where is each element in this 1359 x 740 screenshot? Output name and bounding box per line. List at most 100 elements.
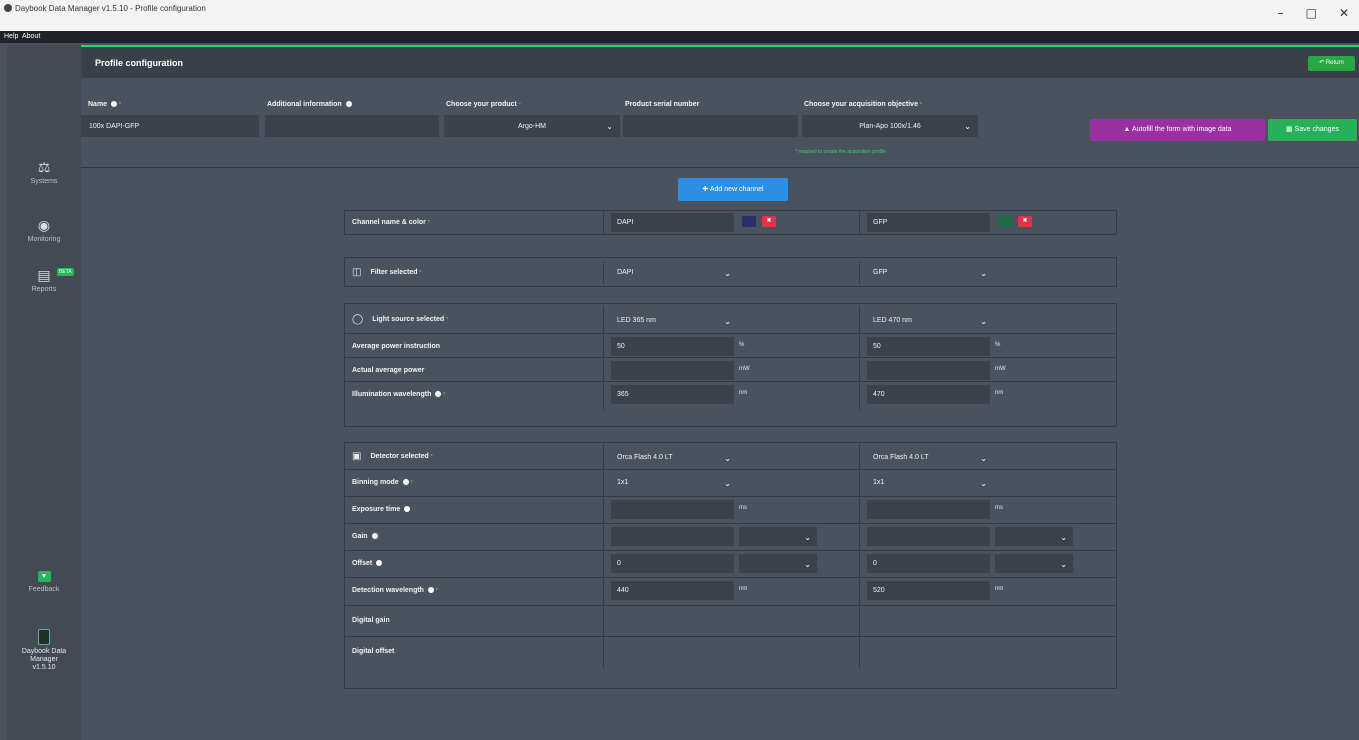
channel-1-light-select[interactable]: LED 365 nm ⌄: [611, 311, 737, 330]
digital-offset-row: Digital offset: [345, 638, 1116, 668]
channel-2-filter-select[interactable]: GFP ⌄: [867, 263, 993, 282]
camera-icon: ▣: [352, 451, 362, 462]
channel-2-illum-wl-input[interactable]: 470: [867, 385, 990, 404]
help-icon: [376, 560, 383, 566]
channel-2-gain-select[interactable]: ⌄: [995, 527, 1073, 546]
detection-wavelength-label: Detection wavelength *: [352, 587, 438, 594]
channel-1-offset-input[interactable]: 0: [611, 554, 734, 573]
binning-row: Binning mode * 1x1 ⌄ 1x1 ⌄: [345, 471, 1116, 497]
channel-2-delete-button[interactable]: ✖: [1018, 216, 1032, 227]
channel-name-section: Channel name & color * DAPI ✖ GFP ✖: [344, 210, 1117, 235]
unit-label: nm: [739, 390, 748, 396]
page-header: Profile configuration ↶ Return: [81, 45, 1359, 78]
autofill-button[interactable]: ▲ Autofill the form with image data: [1090, 119, 1265, 141]
channel-1-color-swatch[interactable]: [742, 216, 756, 227]
channel-2-detector-select[interactable]: Orca Flash 4.0 LT ⌄: [867, 448, 993, 467]
channel-2-color-swatch[interactable]: [998, 216, 1012, 227]
channel-1-light-value: LED 365 nm: [617, 317, 656, 324]
unit-label: %: [739, 342, 745, 348]
channel-2-light-value: LED 470 nm: [873, 317, 912, 324]
channel-1-filter-select[interactable]: DAPI ⌄: [611, 263, 737, 282]
unit-label: nm: [739, 586, 748, 592]
chevron-down-icon: ⌄: [804, 560, 811, 569]
save-label: Save changes: [1294, 126, 1339, 133]
channel-2-exposure-input[interactable]: [867, 500, 990, 519]
channel-2-light-select[interactable]: LED 470 nm ⌄: [867, 311, 993, 330]
app-logo-icon: [38, 629, 50, 645]
app-version-block: Daybook Data Manager v1.5.10: [7, 629, 81, 672]
channel-2-cell: mW: [859, 359, 1116, 381]
channel-1-illum-wl-input[interactable]: 365: [611, 385, 734, 404]
channel-2-gain-input[interactable]: [867, 527, 990, 546]
sidebar-item-reports[interactable]: ▤ BETA Reports: [7, 268, 81, 293]
channel-1-detection-wl-input[interactable]: 440: [611, 581, 734, 600]
gauge-icon: ◉: [37, 218, 51, 234]
help-icon: [402, 479, 409, 485]
unit-label: %: [995, 342, 1001, 348]
app-icon: [4, 4, 12, 12]
channel-2-detection-wl-input[interactable]: 520: [867, 581, 990, 600]
channel-1-delete-button[interactable]: ✖: [762, 216, 776, 227]
filter-label: ◫ Filter selected *: [352, 267, 422, 278]
sidebar-item-label: Reports: [31, 286, 57, 293]
chevron-down-icon: ⌄: [606, 122, 613, 131]
name-input[interactable]: 100x DAPI-GFP: [81, 115, 259, 137]
channel-2-name-input[interactable]: GFP: [867, 213, 990, 232]
chevron-down-icon: ⌄: [1060, 533, 1067, 542]
menu-about[interactable]: About: [22, 33, 40, 40]
product-value: Argo-HM: [517, 123, 546, 130]
channel-1-filter-value: DAPI: [617, 269, 634, 276]
return-button[interactable]: ↶ Return: [1308, 56, 1355, 71]
close-icon[interactable]: ✕: [1339, 6, 1349, 20]
channel-1-gain-input[interactable]: [611, 527, 734, 546]
gain-row: Gain ⌄ ⌄: [345, 525, 1116, 551]
objective-select[interactable]: Plan-Apo 100x/1.46 ⌄: [802, 115, 978, 137]
sidebar-item-monitoring[interactable]: ◉ Monitoring: [7, 218, 81, 243]
additional-info-input[interactable]: [265, 115, 439, 137]
channel-1-cell: ⌄: [603, 525, 859, 550]
chevron-down-icon: ⌄: [980, 454, 987, 463]
product-select[interactable]: Argo-HM ⌄: [444, 115, 620, 137]
window-titlebar: Daybook Data Manager v1.5.10 - Profile c…: [0, 0, 1359, 31]
bulb-icon: ◯: [352, 314, 364, 325]
chevron-down-icon: ⌄: [980, 317, 987, 326]
beta-badge: BETA: [57, 268, 74, 276]
channel-2-actual-power-input[interactable]: [867, 361, 990, 380]
channel-2-cell: 0 ⌄: [859, 552, 1116, 577]
sidebar-item-feedback[interactable]: ▼ Feedback: [7, 571, 81, 593]
filter-section: ◫ Filter selected * DAPI ⌄ GFP ⌄: [344, 257, 1117, 287]
channel-1-avg-power-input[interactable]: 50: [611, 337, 734, 356]
channel-2-offset-select[interactable]: ⌄: [995, 554, 1073, 573]
filter-icon: ◫: [352, 267, 362, 278]
help-icon: [371, 533, 378, 539]
digital-gain-label: Digital gain: [352, 617, 390, 624]
detection-wavelength-row: Detection wavelength * 440 nm 520 nm: [345, 579, 1116, 606]
chevron-down-icon: ⌄: [964, 122, 971, 131]
channel-1-gain-select[interactable]: ⌄: [739, 527, 817, 546]
serial-input[interactable]: [623, 115, 798, 137]
binning-label: Binning mode *: [352, 479, 413, 486]
channel-2-filter-value: GFP: [873, 269, 888, 276]
minimize-icon[interactable]: –: [1278, 6, 1284, 20]
channel-1-offset-select[interactable]: ⌄: [739, 554, 817, 573]
add-channel-button[interactable]: ✚ Add new channel: [678, 178, 788, 201]
channel-2-offset-input[interactable]: 0: [867, 554, 990, 573]
channel-2-binning-select[interactable]: 1x1 ⌄: [867, 473, 993, 492]
channel-1-binning-value: 1x1: [617, 479, 629, 486]
help-icon: [111, 101, 118, 107]
sidebar-item-systems[interactable]: ⚖ Systems: [7, 160, 81, 185]
illum-wavelength-row: Illumination wavelength * 365 nm 470 nm: [345, 383, 1116, 410]
channel-1-actual-power-input[interactable]: [611, 361, 734, 380]
channel-2-avg-power-input[interactable]: 50: [867, 337, 990, 356]
page-title: Profile configuration: [95, 58, 184, 68]
channel-1-cell: 50%: [603, 335, 859, 357]
channel-1-exposure-input[interactable]: [611, 500, 734, 519]
channel-1-binning-select[interactable]: 1x1 ⌄: [611, 473, 737, 492]
channel-1-detector-select[interactable]: Orca Flash 4.0 LT ⌄: [611, 448, 737, 467]
illum-wavelength-label: Illumination wavelength *: [352, 391, 446, 398]
menu-help[interactable]: Help: [4, 33, 18, 40]
save-button[interactable]: ▦ Save changes: [1268, 119, 1357, 141]
maximize-icon[interactable]: □: [1306, 6, 1317, 20]
help-icon: [427, 587, 434, 593]
channel-1-name-input[interactable]: DAPI: [611, 213, 734, 232]
